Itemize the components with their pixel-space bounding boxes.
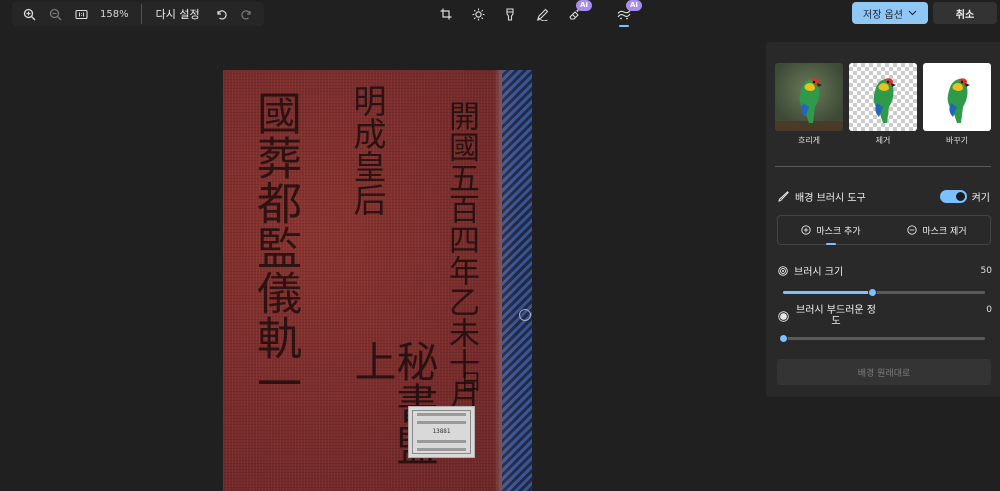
reset-button[interactable]: 다시 설정 xyxy=(150,6,206,22)
blur-option[interactable]: 흐리게 xyxy=(775,63,843,146)
marker-icon xyxy=(506,7,514,21)
brush-tool-label: 배경 브러시 도구 xyxy=(795,193,866,204)
chevron-down-icon xyxy=(908,10,917,16)
brush-cursor xyxy=(519,309,531,321)
subtitle-text: 明成皇后 xyxy=(348,84,387,216)
brightness-icon xyxy=(472,8,484,20)
ai-badge: AI xyxy=(626,0,643,11)
softness-row: 브러시 부드러운 정도 0 xyxy=(778,305,992,327)
remove-option[interactable]: 제거 xyxy=(849,63,917,146)
brush-size-heading: 브러시 크기 xyxy=(778,263,843,278)
zoom-out-button[interactable] xyxy=(44,3,66,25)
parrot-remove-icon xyxy=(873,78,896,123)
brush-size-knob[interactable] xyxy=(867,288,877,297)
panel-divider xyxy=(775,166,991,167)
background-panel: 흐리게 제거 바꾸기 배경 브러시 도구 켜기 마스크 추가 마스크 제거 브러… xyxy=(766,42,1000,397)
library-label: 13881 xyxy=(408,406,475,458)
brush-tool-heading: 배경 브러시 도구 xyxy=(778,189,866,204)
save-options-label: 저장 옵션 xyxy=(863,9,903,21)
top-toolbar: 158% 다시 설정 AI AI 저장 옵션 취소 xyxy=(0,0,1000,28)
background-options: 흐리게 제거 바꾸기 xyxy=(775,63,991,146)
mask-remove-button[interactable]: 마스크 제거 xyxy=(884,216,990,244)
cancel-button[interactable]: 취소 xyxy=(933,2,997,24)
canvas-area[interactable]: 國葬都監儀軌一 明成皇后 開國五百四年乙未十月 日 秘書監上 13881 xyxy=(0,28,766,491)
document-image[interactable]: 國葬都監儀軌一 明成皇后 開國五百四年乙未十月 日 秘書監上 13881 xyxy=(223,70,532,491)
erase-tool[interactable]: AI xyxy=(561,0,593,26)
toggle-label: 켜기 xyxy=(971,193,990,204)
brush-tool-row: 배경 브러시 도구 켜기 xyxy=(778,189,990,204)
remove-label: 제거 xyxy=(875,136,891,145)
undo-icon xyxy=(216,10,227,20)
date-text: 開國五百四年乙未十月 xyxy=(443,100,479,410)
redo-button[interactable] xyxy=(236,3,258,25)
markup-tool[interactable] xyxy=(529,2,555,26)
blur-thumbnail xyxy=(775,63,843,131)
zoom-level: 158% xyxy=(100,8,129,20)
brush-tool-toggle-group: 켜기 xyxy=(939,189,990,204)
blur-label: 흐리게 xyxy=(797,136,821,145)
brush-size-icon xyxy=(778,265,788,276)
brush-size-row: 브러시 크기 50 xyxy=(778,263,992,278)
adjust-tool[interactable] xyxy=(465,2,491,26)
crop-icon xyxy=(440,8,452,20)
restore-background-button[interactable]: 배경 원래대로 xyxy=(777,359,991,385)
redo-icon xyxy=(240,10,251,20)
softness-icon xyxy=(778,310,789,322)
parrot-blur-icon xyxy=(775,78,843,131)
zoom-out-icon xyxy=(49,8,61,20)
crop-tool[interactable] xyxy=(433,2,459,26)
ai-badge: AI xyxy=(576,0,593,11)
brush-size-value: 50 xyxy=(980,265,992,276)
plus-circle-icon xyxy=(801,225,812,235)
actual-size-icon xyxy=(74,9,88,19)
softness-knob[interactable] xyxy=(779,334,788,343)
parrot-replace-icon xyxy=(947,78,970,123)
replace-label: 바꾸기 xyxy=(945,136,969,145)
brush-tool-toggle[interactable] xyxy=(939,190,967,203)
title-text: 國葬都監儀軌一 xyxy=(249,90,302,405)
pen-icon xyxy=(536,8,548,21)
zoom-controls: 158% 다시 설정 xyxy=(12,2,264,26)
background-tool[interactable]: AI xyxy=(611,0,643,27)
brush-size-fill xyxy=(783,291,872,294)
replace-thumbnail xyxy=(923,63,991,131)
zoom-in-button[interactable] xyxy=(18,3,40,25)
brush-size-slider[interactable] xyxy=(783,288,985,297)
brush-size-label: 브러시 크기 xyxy=(794,267,844,278)
actual-size-button[interactable] xyxy=(70,3,92,25)
brush-icon xyxy=(778,191,789,202)
background-mask-overlay xyxy=(502,70,532,491)
toolbar-divider xyxy=(140,4,142,24)
zoom-in-icon xyxy=(23,8,35,20)
softness-value: 0 xyxy=(986,305,992,315)
remove-thumbnail xyxy=(849,63,917,131)
mask-add-button[interactable]: 마스크 추가 xyxy=(778,216,884,245)
mask-remove-label: 마스크 제거 xyxy=(922,226,967,237)
minus-circle-icon xyxy=(907,225,918,235)
date-day-text: 日 xyxy=(456,370,481,392)
softness-heading: 브러시 부드러운 정도 xyxy=(778,305,877,327)
save-options-button[interactable]: 저장 옵션 xyxy=(852,2,928,24)
mask-mode-selector: 마스크 추가 마스크 제거 xyxy=(777,215,991,245)
softness-label: 브러시 부드러운 정도 xyxy=(796,305,876,327)
mask-add-label: 마스크 추가 xyxy=(816,226,861,237)
undo-button[interactable] xyxy=(210,3,232,25)
label-number: 13881 xyxy=(432,428,451,436)
replace-option[interactable]: 바꾸기 xyxy=(923,63,991,146)
softness-slider[interactable] xyxy=(779,334,985,343)
filter-tool[interactable] xyxy=(497,2,523,26)
